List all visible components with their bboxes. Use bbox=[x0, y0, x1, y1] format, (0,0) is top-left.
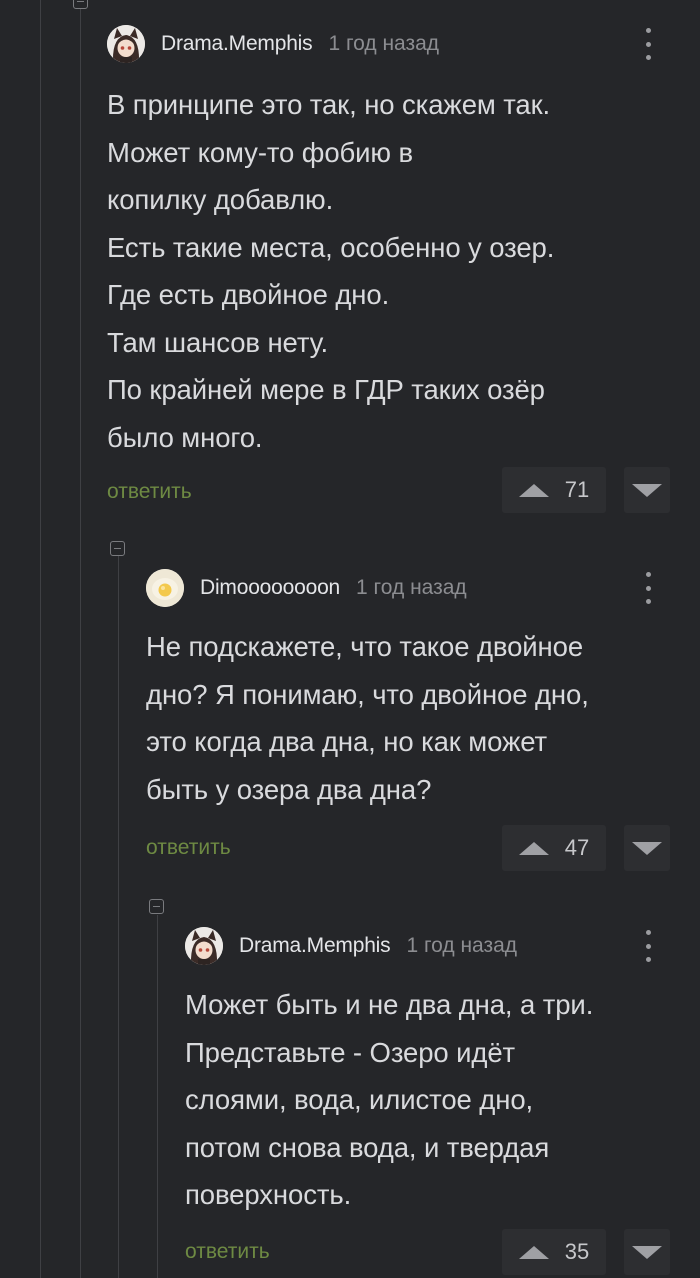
arrow-up-icon bbox=[518, 1245, 549, 1259]
collapse-thread-button[interactable] bbox=[73, 0, 88, 9]
vote-score: 35 bbox=[564, 1239, 590, 1264]
comment-author[interactable]: Drama.Memphis bbox=[239, 934, 391, 958]
comment-author[interactable]: Drama.Memphis bbox=[161, 32, 313, 56]
downvote-button[interactable] bbox=[624, 825, 670, 871]
comment-header: Drama.Memphis 1 год назад bbox=[185, 926, 517, 966]
more-options-icon[interactable] bbox=[644, 572, 652, 604]
comment-text: Может быть и не два дна, а три. Представ… bbox=[185, 989, 594, 1210]
more-options-icon[interactable] bbox=[644, 930, 652, 962]
comment: Dimoooooooon 1 год назад Не подскажете, … bbox=[146, 568, 700, 878]
thread-line bbox=[118, 556, 119, 1278]
upvote-button[interactable]: 35 bbox=[502, 1229, 606, 1275]
comment-time: 1 год назад bbox=[328, 32, 440, 55]
thread-line bbox=[80, 0, 81, 1278]
thread-line bbox=[40, 0, 41, 1278]
arrow-up-icon bbox=[518, 841, 549, 855]
comment-time: 1 год назад bbox=[356, 576, 467, 599]
more-options-icon[interactable] bbox=[644, 28, 652, 60]
user-avatar[interactable] bbox=[185, 927, 223, 965]
collapse-thread-button[interactable] bbox=[149, 899, 164, 914]
comment-text: В принципе это так, но скажем так. Может… bbox=[107, 89, 555, 453]
vote-score: 71 bbox=[564, 477, 590, 502]
comment-time: 1 год назад bbox=[406, 934, 518, 957]
upvote-button[interactable]: 71 bbox=[502, 467, 606, 513]
arrow-down-icon bbox=[632, 1245, 662, 1259]
downvote-button[interactable] bbox=[624, 1229, 670, 1275]
reply-button[interactable]: ответить bbox=[185, 1240, 270, 1264]
comment-header: Drama.Memphis 1 год назад bbox=[107, 24, 439, 64]
arrow-down-icon bbox=[632, 841, 662, 855]
user-avatar[interactable] bbox=[107, 25, 145, 63]
reply-button[interactable]: ответить bbox=[107, 480, 192, 504]
upvote-button[interactable]: 47 bbox=[502, 825, 606, 871]
arrow-down-icon bbox=[632, 483, 662, 497]
egg-avatar-icon bbox=[146, 569, 184, 607]
user-avatar[interactable] bbox=[146, 569, 184, 607]
thread-line bbox=[157, 915, 158, 1278]
downvote-button[interactable] bbox=[624, 467, 670, 513]
vote-score: 47 bbox=[564, 835, 590, 860]
anime-girl-avatar-icon bbox=[107, 25, 145, 63]
comment: Drama.Memphis 1 год назад В принципе это… bbox=[107, 24, 700, 524]
anime-girl-avatar-icon bbox=[185, 927, 223, 965]
comment-header: Dimoooooooon 1 год назад bbox=[146, 568, 467, 608]
comment-author[interactable]: Dimoooooooon bbox=[200, 576, 340, 600]
reply-button[interactable]: ответить bbox=[146, 836, 231, 860]
comment-text: Не подскажете, что такое двойное дно? Я … bbox=[146, 631, 589, 805]
collapse-thread-button[interactable] bbox=[110, 541, 125, 556]
comment: Drama.Memphis 1 год назад Может быть и н… bbox=[185, 926, 700, 1278]
arrow-up-icon bbox=[518, 483, 549, 497]
